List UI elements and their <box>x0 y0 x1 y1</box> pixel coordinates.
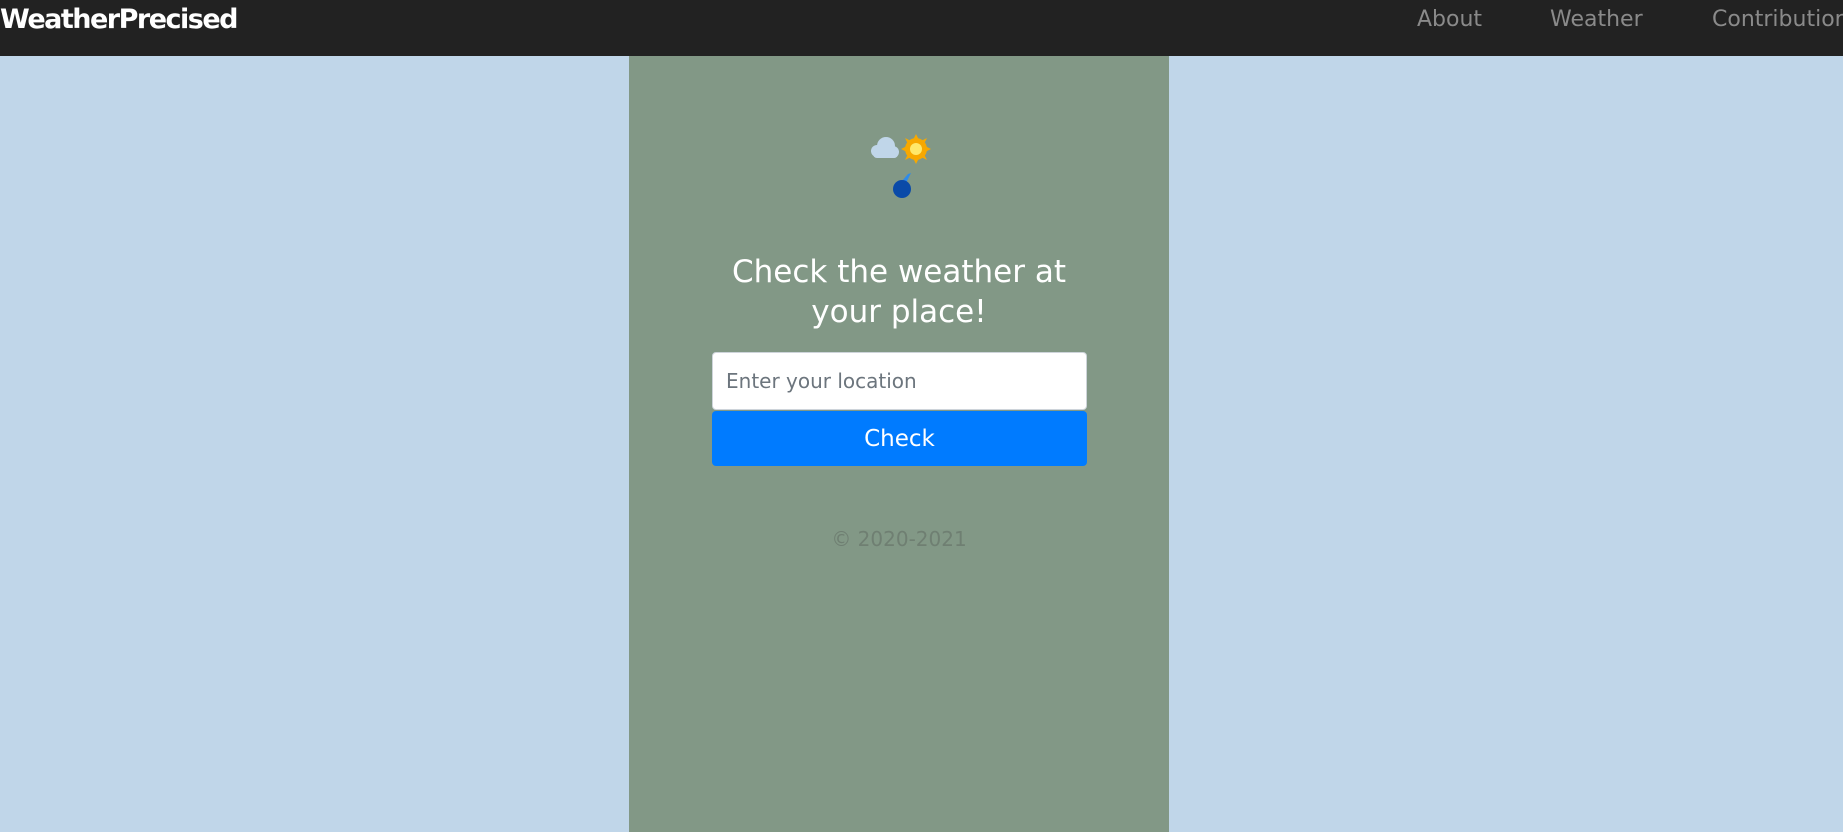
nav-link-contributions[interactable]: Contributions <box>1712 2 1843 38</box>
nav-link-weather[interactable]: Weather <box>1550 2 1643 38</box>
weather-logo-svg <box>871 134 931 198</box>
cloud-icon <box>871 137 899 158</box>
navbar: WeatherPrecised About Weather Contributi… <box>0 0 1843 56</box>
sun-icon <box>901 134 931 164</box>
location-pin-icon <box>893 173 911 198</box>
main-panel: Check the weather at your place! Check ©… <box>629 56 1169 832</box>
brand-logo[interactable]: WeatherPrecised <box>0 2 239 38</box>
nav-link-about[interactable]: About <box>1417 2 1482 38</box>
location-input[interactable] <box>712 352 1087 410</box>
check-button[interactable]: Check <box>712 411 1087 466</box>
page-headline: Check the weather at your place! <box>732 254 1066 330</box>
weather-logo-icon <box>862 129 942 209</box>
copyright-footer: © 2020-2021 <box>831 527 967 551</box>
